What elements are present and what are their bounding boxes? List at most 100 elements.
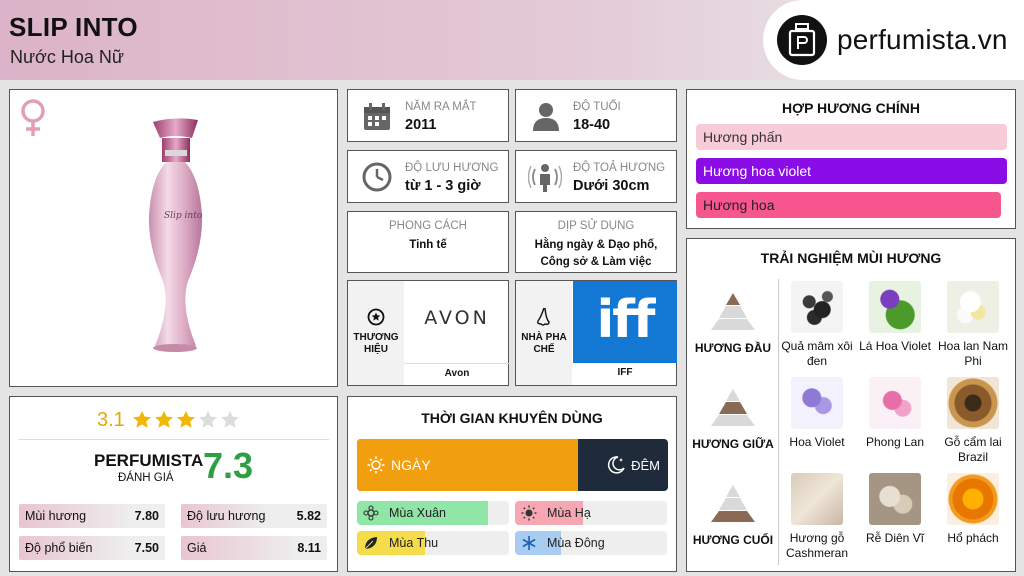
note-name: Hương gỗ Cashmeran xyxy=(785,531,849,560)
rating-metric: Mùi hương 7.80 xyxy=(19,504,165,528)
occasion-card: DỊP SỬ DỤNG Hằng ngày & Dạo phố, Công sở… xyxy=(515,211,677,273)
season-label-group: Mùa Hạ xyxy=(521,501,591,525)
rating-metric: Độ phổ biến 7.50 xyxy=(19,536,165,560)
clock-icon xyxy=(362,162,392,197)
note-image[interactable] xyxy=(947,377,999,429)
person-icon xyxy=(530,100,562,137)
longevity-label: ĐỘ LƯU HƯƠNG xyxy=(405,162,499,174)
recommended-time-card: THỜI GIAN KHUYÊN DÙNG NGÀY ĐÊM Mùa Xuân M… xyxy=(347,396,677,572)
occasion-label: DỊP SỬ DỤNG xyxy=(557,220,635,232)
perfume-bottle-logo-icon xyxy=(777,15,827,65)
calendar-icon xyxy=(362,102,392,137)
season-bar: Mùa Thu xyxy=(357,531,509,555)
season-label: Mùa Đông xyxy=(547,536,605,550)
age-value: 18-40 xyxy=(573,117,611,133)
scent-notes-title: TRẢI NGHIỆM MÙI HƯƠNG xyxy=(760,250,942,266)
season-label: Mùa Hạ xyxy=(547,506,591,520)
season-bar: Mùa Đông xyxy=(515,531,667,555)
pyramid-label: HƯƠNG GIỮA xyxy=(692,437,774,451)
perfume-bottle-image: Slip into xyxy=(138,116,213,366)
rating-metric-label: Độ lưu hương xyxy=(187,509,266,523)
note-name: Rễ Diên Vĩ xyxy=(865,531,925,545)
note-image[interactable] xyxy=(791,281,843,333)
style-card: PHONG CÁCH Tinh tế xyxy=(347,211,509,273)
season-bar: Mùa Hạ xyxy=(515,501,667,525)
brand-card[interactable]: THƯƠNG HIỆU AVON Avon xyxy=(347,280,510,386)
perfumer-side-panel: NHÀ PHA CHẾ xyxy=(516,281,572,385)
brand-logo: AVON xyxy=(424,307,490,329)
longevity-value: từ 1 - 3 giờ xyxy=(405,178,481,194)
star-icon xyxy=(175,409,197,431)
pyramid-label: HƯƠNG ĐẦU xyxy=(694,341,772,355)
page-subtitle: Nước Hoa Nữ xyxy=(10,47,124,67)
day-label-group: NGÀY xyxy=(367,439,431,491)
age-label: ĐỘ TUỔI xyxy=(573,101,621,113)
site-logo-text: perfumista.vn xyxy=(837,24,1008,55)
bottle-script-text: Slip into xyxy=(164,211,203,221)
product-image-card: Slip into xyxy=(9,89,338,387)
rating-metric-value: 8.11 xyxy=(297,541,321,555)
season-label: Mùa Thu xyxy=(389,536,439,550)
note-image[interactable] xyxy=(869,377,921,429)
rating-metric-label: Mùi hương xyxy=(25,509,87,523)
pyramid-label: HƯƠNG CUỐI xyxy=(692,533,774,547)
pyramid-icon xyxy=(709,291,757,336)
perfumer-name: IFF xyxy=(617,367,633,378)
rating-metric-label: Giá xyxy=(187,541,207,555)
rating-metric: Độ lưu hương 5.82 xyxy=(181,504,327,528)
note-image[interactable] xyxy=(791,473,843,525)
accord-bar: Hương hoa violet xyxy=(696,158,1007,184)
star-icon xyxy=(131,409,153,431)
sillage-label: ĐỘ TOẢ HƯƠNG xyxy=(573,162,666,174)
snowflake-icon xyxy=(521,535,542,551)
note-name: Hoa Violet xyxy=(789,435,845,449)
moon-icon xyxy=(606,455,626,475)
perfumer-card[interactable]: NHÀ PHA CHẾ iff IFF xyxy=(515,280,677,386)
main-accords-title: HỢP HƯƠNG CHÍNH xyxy=(782,100,920,116)
season-label-group: Mùa Đông xyxy=(521,531,605,555)
rating-card: 3.1 PERFUMISTA ĐÁNH GIÁ 7.3 Mùi hương 7.8… xyxy=(9,396,338,572)
note-image[interactable] xyxy=(869,473,921,525)
note-image[interactable] xyxy=(947,473,999,525)
age-card: ĐỘ TUỔI 18-40 xyxy=(515,89,677,142)
star-icon xyxy=(219,409,241,431)
star-icon xyxy=(153,409,175,431)
release-year-value: 2011 xyxy=(405,117,437,133)
note-name: Lá Hoa Violet xyxy=(859,339,931,353)
sillage-person-icon xyxy=(527,161,563,198)
accord-bar: Hương hoa xyxy=(696,192,1001,218)
note-name: Phong Lan xyxy=(865,435,925,449)
night-label-group: ĐÊM xyxy=(606,439,660,491)
longevity-card: ĐỘ LƯU HƯƠNG từ 1 - 3 giờ xyxy=(347,150,509,203)
perfumista-brand-label: PERFUMISTA xyxy=(94,451,204,470)
rating-metric-value: 7.50 xyxy=(134,541,159,555)
note-name: Quả mâm xôi đen xyxy=(781,339,853,368)
brand-side-panel: THƯƠNG HIỆU xyxy=(348,281,404,385)
style-value: Tinh tế xyxy=(409,239,447,251)
star-icon xyxy=(197,409,219,431)
night-label: ĐÊM xyxy=(631,457,660,473)
nose-icon xyxy=(535,307,553,334)
note-name: Hổ phách xyxy=(947,531,999,545)
flower-icon xyxy=(363,505,384,521)
day-label: NGÀY xyxy=(391,457,431,473)
star-rating-value: 3.1 xyxy=(97,408,125,431)
pyramid-icon xyxy=(709,483,757,528)
note-image[interactable] xyxy=(791,377,843,429)
main-accords-card: HỢP HƯƠNG CHÍNH Hương phấn Hương hoa viol… xyxy=(686,89,1016,229)
evaluation-label: ĐÁNH GIÁ xyxy=(118,472,174,484)
site-logo[interactable]: perfumista.vn xyxy=(763,0,1024,80)
release-year-card: NĂM RA MẮT 2011 xyxy=(347,89,509,142)
rating-divider xyxy=(19,439,329,440)
style-label: PHONG CÁCH xyxy=(389,220,467,232)
rating-metric: Giá 8.11 xyxy=(181,536,327,560)
rating-metric-label: Độ phổ biến xyxy=(25,541,93,555)
note-image[interactable] xyxy=(947,281,999,333)
sun-icon xyxy=(367,456,385,474)
season-bar: Mùa Xuân xyxy=(357,501,509,525)
rating-metric-value: 7.80 xyxy=(134,509,159,523)
note-image[interactable] xyxy=(869,281,921,333)
rating-metric-value: 5.82 xyxy=(296,509,321,523)
sillage-card: ĐỘ TOẢ HƯƠNG Dưới 30cm xyxy=(515,150,677,203)
accord-bar: Hương phấn xyxy=(696,124,1007,150)
